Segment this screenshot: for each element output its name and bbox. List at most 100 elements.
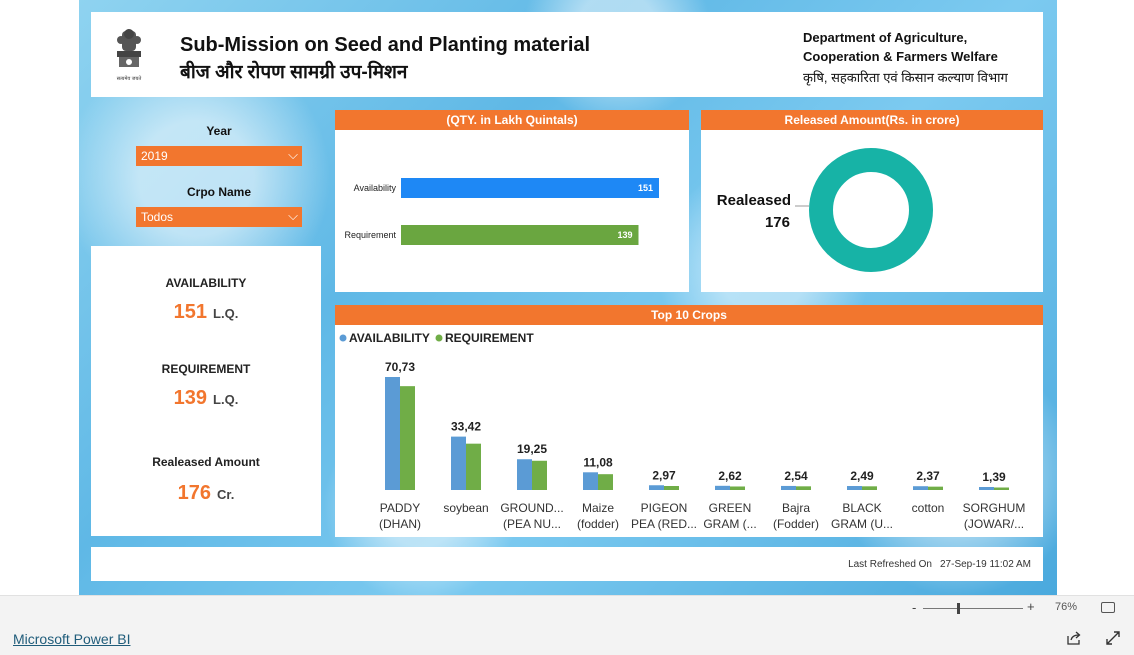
category-label: GROUND... (500, 501, 563, 515)
released-unit: Cr. (217, 487, 235, 502)
department-name-hindi: कृषि, सहकारिता एवं किसान कल्याण विभाग (803, 70, 1008, 85)
chevron-down-icon: ⌵ (288, 208, 298, 223)
legend-requirement-label: REQUIREMENT (445, 331, 534, 345)
released-number: 176 (177, 482, 212, 504)
crop-filter-label: Crpo Name (186, 185, 251, 199)
category-label: cotton (912, 501, 945, 515)
requirement-bar (598, 474, 613, 490)
chevron-down-icon: ⌵ (288, 147, 298, 162)
zoom-out-button[interactable]: - (912, 600, 916, 615)
last-refresh-label: Last Refreshed On (848, 559, 932, 570)
year-filter-label: Year (206, 124, 232, 138)
availability-kpi-value: 151 L.Q. (91, 301, 321, 324)
donut-label: Realeased (717, 192, 791, 209)
availability-kpi-label: AVAILABILITY (165, 276, 247, 290)
qty-bar-value: 139 (617, 230, 632, 240)
zoom-slider-handle[interactable] (957, 603, 960, 614)
year-dropdown[interactable]: 2019 ⌵ (136, 146, 302, 166)
requirement-number: 139 (173, 387, 208, 409)
category-label: PEA (RED... (631, 517, 697, 531)
qty-bar-value: 151 (638, 183, 653, 193)
data-label: 2,49 (850, 469, 874, 483)
legend-availability-marker (339, 334, 347, 342)
availability-bar (715, 485, 730, 490)
availability-bar (451, 436, 466, 490)
last-refresh-time: 27-Sep-19 11:02 AM (940, 559, 1031, 570)
top-crops-bar-chart: AVAILABILITY REQUIREMENT 70,73 PADDY (DHAN) 3… (339, 331, 1026, 531)
requirement-bar (466, 443, 481, 490)
category-label: SORGHUM (963, 501, 1026, 515)
legend-availability-label: AVAILABILITY (349, 331, 430, 345)
availability-bar (979, 487, 994, 490)
availability-bar (781, 485, 796, 490)
released-amount-panel: Released Amount(Rs. in crore) Realeased 1… (701, 110, 1043, 292)
requirement-kpi-value: 139 L.Q. (91, 387, 321, 410)
kpi-card: AVAILABILITY 151 L.Q. REQUIREMENT 139 L.Q.… (91, 246, 321, 536)
data-label: 2,54 (784, 469, 808, 483)
requirement-kpi-label: REQUIREMENT (161, 362, 251, 376)
qty-category-label: Requirement (344, 230, 396, 240)
data-label: 70,73 (385, 360, 415, 374)
category-label: GRAM (... (703, 517, 756, 531)
released-kpi-label: Realeased Amount (152, 455, 260, 469)
crop-dropdown[interactable]: Todos ⌵ (136, 207, 302, 227)
data-label: 1,39 (982, 470, 1006, 484)
data-label: 2,97 (652, 468, 676, 482)
released-donut-chart: Realeased 176 (717, 148, 933, 272)
report-header: सत्यमेव जयते Sub-Mission on Seed and Pla… (91, 12, 1043, 97)
footer-bar: Last Refreshed On 27-Sep-19 11:02 AM (91, 547, 1043, 581)
availability-bar (385, 377, 400, 490)
category-label: Maize (582, 501, 614, 515)
requirement-bar (994, 487, 1009, 490)
data-label: 33,42 (451, 420, 481, 434)
quantity-panel: (QTY. in Lakh Quintals) Availability 151 R… (335, 110, 689, 292)
legend-requirement-marker (435, 334, 443, 342)
national-emblem-icon: सत्यमेव जयते (117, 29, 141, 82)
category-label: Bajra (782, 501, 810, 515)
zoom-in-button[interactable]: + (1027, 599, 1035, 614)
power-bi-link[interactable]: Microsoft Power BI (13, 631, 130, 647)
category-label: PIGEON (641, 501, 688, 515)
category-label: (DHAN) (379, 517, 421, 531)
availability-bar (517, 459, 532, 490)
report-canvas: सत्यमेव जयते Sub-Mission on Seed and Pla… (79, 0, 1057, 595)
qty-category-label: Availability (354, 183, 397, 193)
bottom-bar: Microsoft Power BI (0, 620, 1134, 655)
requirement-unit: L.Q. (213, 392, 239, 407)
page-title: Sub-Mission on Seed and Planting materia… (180, 34, 591, 56)
qty-bar (401, 225, 639, 245)
quantity-bar-chart: Availability 151 Requirement 139 (344, 178, 659, 245)
category-label: BLACK (842, 501, 881, 515)
zoom-level: 76% (1055, 601, 1078, 613)
department-name-line2: Cooperation & Farmers Welfare (803, 49, 998, 64)
top-crops-panel-title: Top 10 Crops (335, 305, 1043, 325)
share-icon[interactable] (1066, 630, 1082, 646)
availability-bar (649, 485, 664, 490)
data-label: 19,25 (517, 442, 547, 456)
data-label: 11,08 (583, 455, 613, 469)
released-panel-title: Released Amount(Rs. in crore) (701, 110, 1043, 130)
released-kpi-value: 176 Cr. (91, 482, 321, 505)
data-label: 2,62 (718, 469, 742, 483)
availability-unit: L.Q. (213, 306, 239, 321)
fullscreen-icon[interactable] (1105, 630, 1121, 646)
qty-bar (401, 178, 659, 198)
category-label: GREEN (709, 501, 752, 515)
last-refresh: Last Refreshed On 27-Sep-19 11:02 AM (848, 559, 1031, 570)
category-label: PADDY (380, 501, 420, 515)
page-title-hindi: बीज और रोपण सामग्री उप-मिशन (180, 62, 408, 83)
availability-bar (847, 486, 862, 490)
requirement-bar (664, 486, 679, 490)
availability-number: 151 (173, 301, 208, 323)
requirement-bar (796, 486, 811, 490)
department-name-line1: Department of Agriculture, (803, 30, 968, 45)
fit-to-page-icon[interactable] (1101, 602, 1115, 613)
availability-bar (913, 486, 928, 490)
quantity-panel-title: (QTY. in Lakh Quintals) (335, 110, 689, 130)
category-label: (Fodder) (773, 517, 819, 531)
category-label: (fodder) (577, 517, 619, 531)
category-label: GRAM (U... (831, 517, 893, 531)
zoom-slider-track[interactable] (923, 608, 1023, 609)
top-crops-panel: Top 10 Crops AVAILABILITY REQUIREMENT 70,7… (335, 305, 1043, 537)
requirement-bar (730, 486, 745, 490)
